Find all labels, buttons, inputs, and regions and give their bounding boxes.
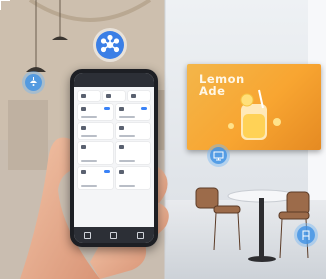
device-tile[interactable] [78, 167, 113, 189]
chair-icon [297, 226, 315, 244]
menu-icon[interactable] [137, 231, 145, 239]
device-tile[interactable] [128, 91, 150, 101]
device-tile[interactable] [115, 167, 150, 189]
devices-icon[interactable] [110, 231, 118, 239]
lemonade-glass-illustration [228, 89, 281, 140]
lamp-icon [25, 74, 42, 91]
device-tile[interactable] [103, 91, 125, 101]
device-tile[interactable] [78, 123, 113, 139]
device-management-app [74, 73, 154, 243]
device-tile[interactable] [78, 91, 100, 101]
device-network-icon [96, 31, 124, 59]
digital-signage-display: Lemon Ade [187, 64, 321, 150]
device-tile[interactable] [115, 104, 150, 120]
smartphone [70, 69, 158, 247]
screen-icon [210, 147, 227, 164]
device-tile[interactable] [78, 104, 113, 120]
device-tile[interactable] [78, 142, 113, 164]
device-tile[interactable] [115, 123, 150, 139]
cafe-scene: Lemon Ade [0, 0, 326, 279]
app-bottom-nav [74, 227, 154, 243]
device-tile[interactable] [115, 142, 150, 164]
app-tile-grid [74, 87, 154, 189]
home-icon[interactable] [83, 231, 91, 239]
app-header [74, 73, 154, 87]
